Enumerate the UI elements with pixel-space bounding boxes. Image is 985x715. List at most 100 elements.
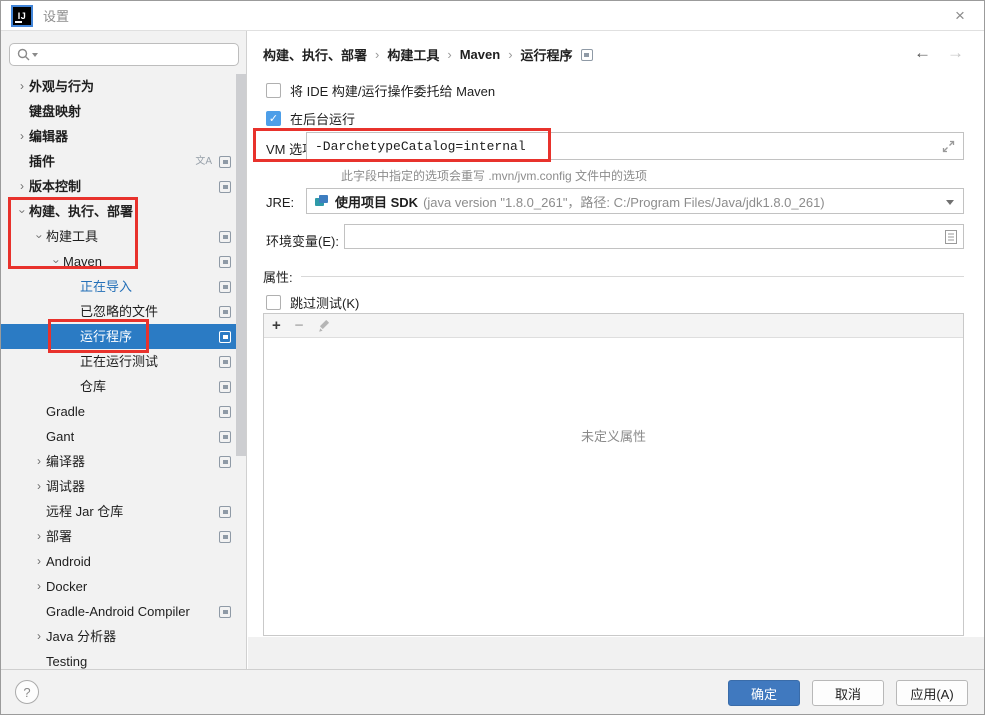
edit-property-button[interactable]: [318, 319, 332, 333]
breadcrumb-separator: ›: [375, 47, 379, 62]
breadcrumb-part[interactable]: 构建、执行、部署: [263, 45, 367, 64]
ok-button[interactable]: 确定: [728, 680, 800, 706]
breadcrumb-part[interactable]: 运行程序: [521, 45, 573, 64]
dropdown-caret-icon: [946, 200, 954, 205]
breadcrumb-part[interactable]: Maven: [460, 47, 500, 62]
external-settings-icon: [219, 381, 231, 393]
remove-property-button[interactable]: −: [295, 315, 304, 337]
sidebar-item-testing[interactable]: Testing: [1, 649, 247, 669]
tree-chevron-icon[interactable]: [49, 249, 63, 274]
sidebar-item-deployment[interactable]: 部署: [1, 524, 247, 549]
external-settings-icon: [219, 156, 231, 168]
sidebar-item-plugins[interactable]: 插件 文A: [1, 149, 247, 174]
sidebar-item-java-profiler[interactable]: Java 分析器: [1, 624, 247, 649]
sidebar-item-appearance-behavior[interactable]: 外观与行为: [1, 74, 247, 99]
translate-icon: 文A: [195, 149, 212, 174]
sidebar-item-label: Android: [46, 549, 91, 574]
run-in-background-checkbox[interactable]: ✓: [266, 111, 281, 126]
delegate-to-maven-row: 将 IDE 构建/运行操作委托给 Maven: [266, 81, 495, 100]
env-variables-label: 环境变量(E):: [266, 231, 339, 250]
sidebar-item-debugger[interactable]: 调试器: [1, 474, 247, 499]
sidebar-item-label: 仓库: [80, 374, 106, 399]
sidebar-item-label: Gant: [46, 424, 74, 449]
sidebar-item-build-tools[interactable]: 构建工具: [1, 224, 247, 249]
sidebar-item-label: Maven: [63, 249, 102, 274]
sidebar-item-compiler[interactable]: 编译器: [1, 449, 247, 474]
sidebar-item-maven[interactable]: Maven: [1, 249, 247, 274]
settings-tree: 外观与行为 键盘映射 编辑器 插件 文A: [1, 74, 247, 669]
properties-section-header: 属性:: [263, 267, 964, 286]
apply-button[interactable]: 应用(A): [896, 680, 968, 706]
sidebar-item-repositories[interactable]: 仓库: [1, 374, 247, 399]
sidebar-item-label: 部署: [46, 524, 72, 549]
run-in-background-label: 在后台运行: [290, 109, 355, 128]
skip-tests-checkbox[interactable]: [266, 295, 281, 310]
vm-options-hint: 此字段中指定的选项会重写 .mvn/jvm.config 文件中的选项: [341, 167, 647, 184]
vm-options-input[interactable]: -DarchetypeCatalog=internal: [306, 132, 964, 160]
tree-chevron-icon[interactable]: [15, 74, 29, 99]
sidebar-scrollbar[interactable]: [236, 74, 246, 456]
sidebar-item-remote-jar-repos[interactable]: 远程 Jar 仓库: [1, 499, 247, 524]
skip-tests-label: 跳过测试(K): [290, 293, 359, 312]
tree-chevron-icon[interactable]: [32, 624, 46, 649]
sidebar-item-running-tests[interactable]: 正在运行测试: [1, 349, 247, 374]
sidebar-item-gradle[interactable]: Gradle: [1, 399, 247, 424]
sidebar-item-gradle-android-compiler[interactable]: Gradle-Android Compiler: [1, 599, 247, 624]
sidebar-item-label: Gradle-Android Compiler: [46, 599, 190, 624]
sidebar-item-editor[interactable]: 编辑器: [1, 124, 247, 149]
back-arrow-icon[interactable]: ←: [914, 43, 931, 63]
search-history-caret-icon[interactable]: [32, 53, 38, 57]
sidebar-item-build-execution-deployment[interactable]: 构建、执行、部署: [1, 199, 247, 224]
sidebar-item-ignored-files[interactable]: 已忽略的文件: [1, 299, 247, 324]
tree-chevron-icon[interactable]: [15, 199, 29, 224]
run-in-background-row: ✓ 在后台运行: [266, 109, 355, 128]
env-variables-input[interactable]: [344, 224, 964, 249]
sidebar-item-label: 版本控制: [29, 174, 81, 199]
tree-chevron-icon[interactable]: [32, 449, 46, 474]
tree-chevron-icon[interactable]: [15, 174, 29, 199]
properties-toolbar: + −: [264, 314, 963, 338]
breadcrumb-part[interactable]: 构建工具: [387, 45, 439, 64]
sidebar-item-docker[interactable]: Docker: [1, 574, 247, 599]
sidebar-item-runner[interactable]: 运行程序: [1, 324, 247, 349]
section-divider: [301, 276, 964, 277]
search-icon: [17, 48, 30, 61]
sidebar-item-version-control[interactable]: 版本控制: [1, 174, 247, 199]
sidebar-item-label: 运行程序: [80, 324, 132, 349]
external-settings-icon: [219, 331, 231, 343]
sidebar-item-keymap[interactable]: 键盘映射: [1, 99, 247, 124]
tree-chevron-icon[interactable]: [32, 474, 46, 499]
external-settings-icon: [219, 356, 231, 368]
external-settings-icon: [219, 431, 231, 443]
search-input[interactable]: [9, 43, 239, 66]
breadcrumb: 构建、执行、部署›构建工具›Maven›运行程序: [263, 45, 593, 64]
expand-icon[interactable]: [942, 140, 955, 153]
tree-chevron-icon[interactable]: [32, 224, 46, 249]
tree-chevron-icon[interactable]: [15, 124, 29, 149]
env-browse-icon[interactable]: [945, 230, 957, 244]
jre-dropdown[interactable]: 使用项目 SDK (java version "1.8.0_261"，路径: C…: [306, 188, 964, 214]
settings-sidebar: 外观与行为 键盘映射 编辑器 插件 文A: [1, 31, 247, 669]
tree-chevron-icon[interactable]: [32, 574, 46, 599]
sidebar-item-importing[interactable]: 正在导入: [1, 274, 247, 299]
delegate-to-maven-checkbox[interactable]: [266, 83, 281, 98]
sidebar-item-label: 远程 Jar 仓库: [46, 499, 123, 524]
external-settings-icon: [219, 456, 231, 468]
intellij-logo-icon: IJ: [13, 7, 31, 25]
help-button[interactable]: ?: [15, 680, 39, 704]
sidebar-item-gant[interactable]: Gant: [1, 424, 247, 449]
properties-label: 属性:: [263, 267, 293, 286]
external-settings-icon: [219, 231, 231, 243]
add-property-button[interactable]: +: [272, 315, 281, 337]
sidebar-item-label: Gradle: [46, 399, 85, 424]
sidebar-item-android[interactable]: Android: [1, 549, 247, 574]
external-settings-icon: [219, 506, 231, 518]
tree-chevron-icon[interactable]: [32, 524, 46, 549]
settings-content: 构建、执行、部署›构建工具›Maven›运行程序 ← → 将 IDE 构建/运行…: [248, 31, 985, 669]
external-settings-icon: [219, 256, 231, 268]
sidebar-item-label: 已忽略的文件: [80, 299, 158, 324]
cancel-button[interactable]: 取消: [812, 680, 884, 706]
sidebar-item-label: 键盘映射: [29, 99, 81, 124]
close-icon[interactable]: ×: [950, 6, 970, 26]
tree-chevron-icon[interactable]: [32, 549, 46, 574]
